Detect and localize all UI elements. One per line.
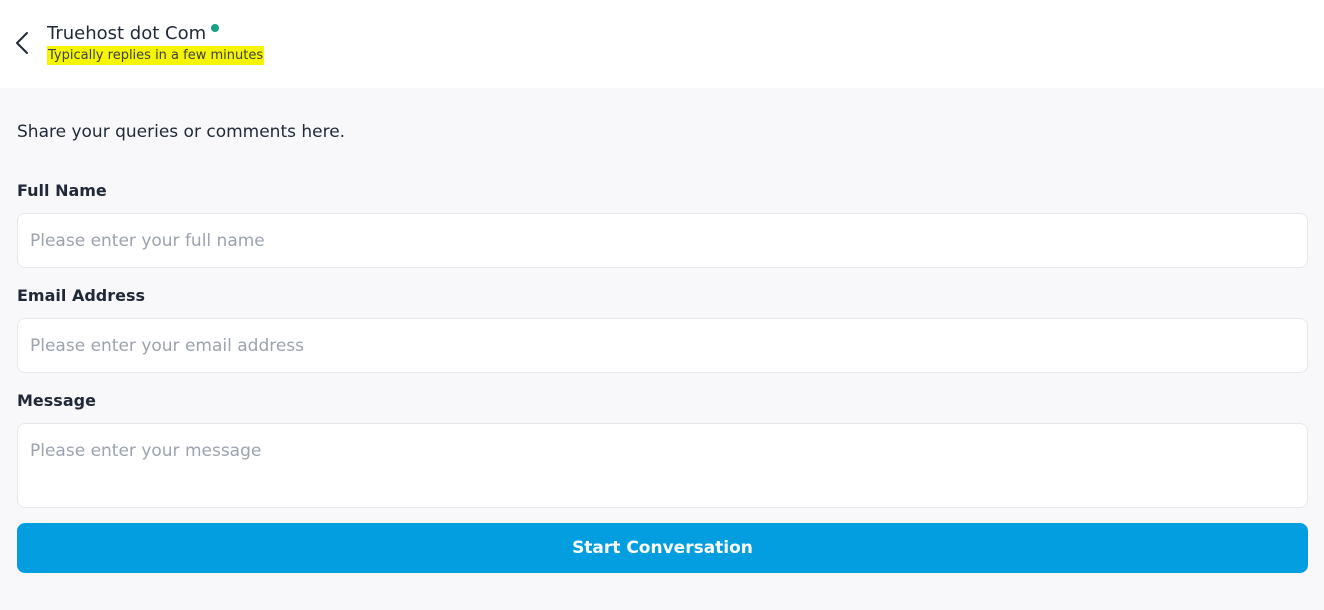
chat-header: Truehost dot Com Typically replies in a … bbox=[0, 0, 1324, 88]
email-input[interactable] bbox=[17, 318, 1308, 373]
back-button[interactable] bbox=[8, 28, 36, 58]
message-label: Message bbox=[17, 391, 96, 410]
full-name-input[interactable] bbox=[17, 213, 1308, 268]
online-status-dot bbox=[211, 24, 220, 32]
contact-form: Share your queries or comments here. Ful… bbox=[0, 88, 1324, 610]
start-conversation-button[interactable]: Start Conversation bbox=[17, 523, 1308, 573]
email-label: Email Address bbox=[17, 286, 146, 305]
message-input[interactable] bbox=[17, 423, 1308, 508]
agent-name: Truehost dot Com bbox=[47, 23, 207, 44]
chevron-left-icon bbox=[16, 32, 28, 54]
agent-name-row: Truehost dot Com bbox=[47, 23, 220, 45]
full-name-label: Full Name bbox=[17, 181, 107, 200]
reply-time-status: Typically replies in a few minutes bbox=[47, 46, 265, 65]
form-intro: Share your queries or comments here. bbox=[17, 122, 346, 142]
